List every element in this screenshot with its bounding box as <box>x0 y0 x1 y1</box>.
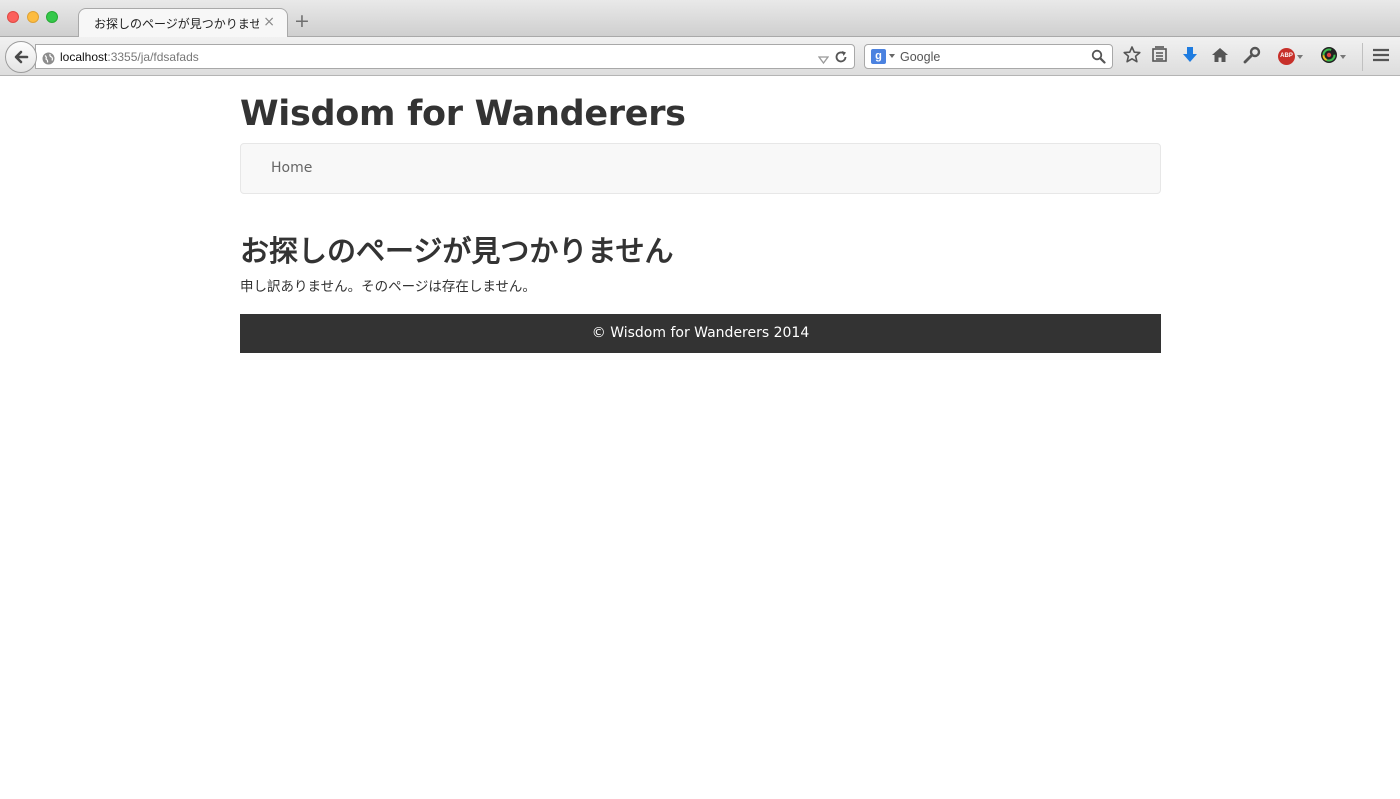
url-text: localhost:3355/ja/fdsafads <box>60 50 199 64</box>
address-bar[interactable]: localhost:3355/ja/fdsafads <box>35 44 855 69</box>
site-footer: © Wisdom for Wanderers 2014 <box>240 314 1161 353</box>
google-engine-icon[interactable]: g <box>871 49 886 64</box>
extension-circle-icon[interactable] <box>1319 45 1341 67</box>
tab-close-icon[interactable]: × <box>263 14 275 30</box>
browser-tab[interactable]: お探しのページが見つかりませ... × <box>78 8 288 38</box>
download-icon[interactable] <box>1180 45 1202 67</box>
new-tab-button[interactable]: + <box>294 11 310 31</box>
zoom-window-button[interactable] <box>46 11 58 23</box>
search-icon[interactable] <box>1091 49 1106 68</box>
close-window-button[interactable] <box>7 11 19 23</box>
bookmarks-list-icon[interactable] <box>1150 45 1172 67</box>
bookmark-star-icon[interactable] <box>1122 45 1144 67</box>
search-bar[interactable]: g Google <box>864 44 1113 69</box>
extension-dropdown-icon[interactable] <box>1340 55 1346 59</box>
back-arrow-icon <box>14 50 29 64</box>
site-title: Wisdom for Wanderers <box>240 94 686 134</box>
adblock-plus-icon[interactable]: ABP <box>1278 48 1295 65</box>
tab-title: お探しのページが見つかりませ... <box>94 17 259 31</box>
url-path: :3355/ja/fdsafads <box>107 50 199 64</box>
url-host: localhost <box>60 50 108 64</box>
wrench-key-icon[interactable] <box>1242 45 1264 67</box>
history-dropdown-icon[interactable] <box>817 50 830 69</box>
globe-icon <box>42 50 55 69</box>
engine-dropdown-icon[interactable] <box>889 54 895 58</box>
hamburger-menu-icon[interactable] <box>1371 45 1393 67</box>
search-placeholder: Google <box>900 50 941 64</box>
adblock-dropdown-icon[interactable] <box>1297 55 1303 59</box>
nav-home-link[interactable]: Home <box>271 160 312 176</box>
footer-copyright: © Wisdom for Wanderers 2014 <box>591 325 810 341</box>
browser-toolbar: localhost:3355/ja/fdsafads g Google ABP <box>0 37 1400 76</box>
error-heading: お探しのページが見つかりません <box>240 234 674 268</box>
toolbar-separator <box>1362 43 1363 71</box>
error-message: 申し訳ありません。そのページは存在しません。 <box>240 279 536 295</box>
back-button[interactable] <box>5 41 37 73</box>
browser-tab-bar: お探しのページが見つかりませ... × + <box>0 0 1400 38</box>
minimize-window-button[interactable] <box>27 11 39 23</box>
home-icon[interactable] <box>1210 45 1232 67</box>
reload-icon[interactable] <box>834 49 848 68</box>
site-navbar: Home <box>240 143 1161 194</box>
